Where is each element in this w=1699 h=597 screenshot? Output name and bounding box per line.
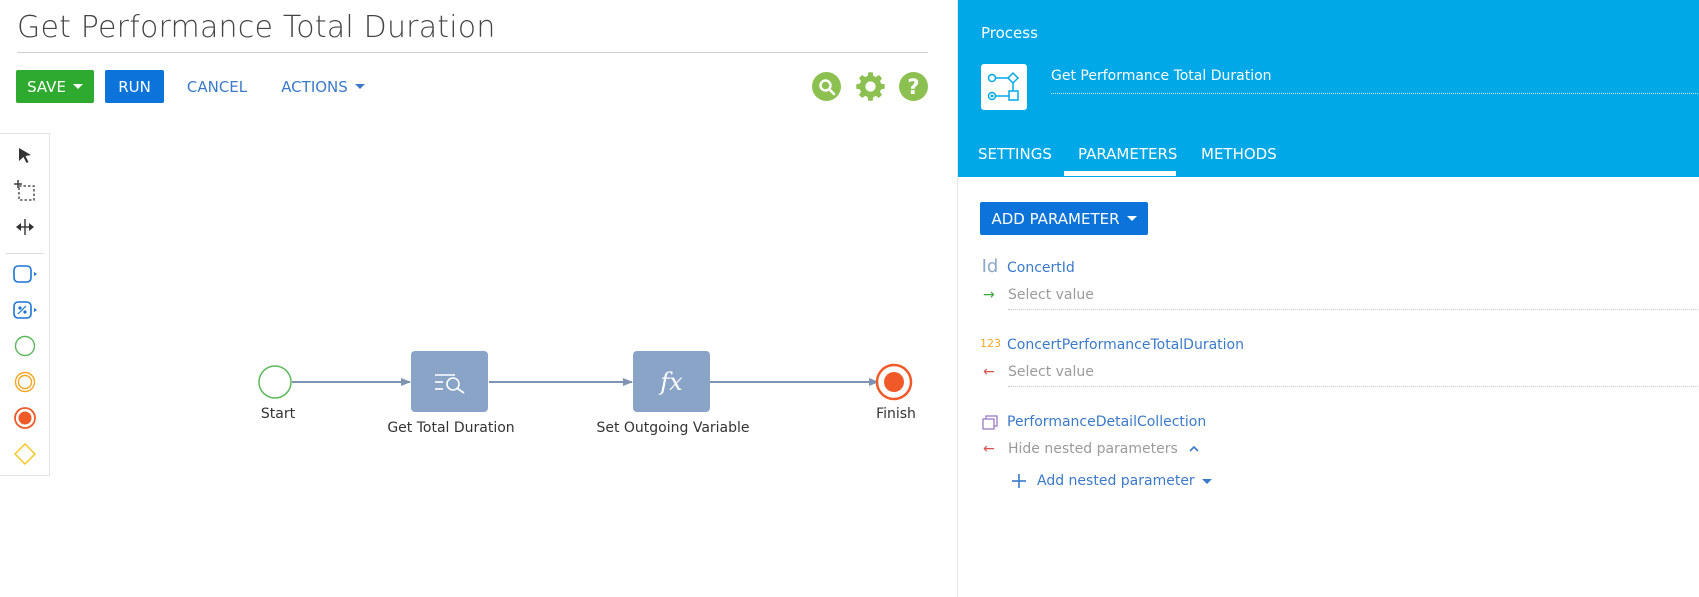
cursor-arrow-icon <box>19 148 31 163</box>
process-flow-icon <box>987 71 1020 101</box>
chevron-down-icon <box>354 84 365 89</box>
start-event-label: Start <box>260 406 296 422</box>
cancel-button[interactable]: CANCEL <box>182 70 252 103</box>
save-button[interactable]: SAVE <box>16 70 94 103</box>
formula-fx-icon: fx <box>660 367 683 396</box>
pointer-tool[interactable] <box>12 142 38 168</box>
hide-nested-label: Hide nested parameters <box>1008 441 1178 457</box>
chevron-up-icon <box>1189 445 1199 452</box>
add-parameter-button[interactable]: ADD PARAMETER <box>980 202 1148 235</box>
start-event-node[interactable] <box>258 365 292 399</box>
toolbox-divider <box>6 253 44 254</box>
horizontal-resize-icon <box>16 219 34 235</box>
end-event-icon <box>14 407 36 429</box>
process-name-underline <box>1051 93 1699 94</box>
intermediate-event-tool[interactable] <box>12 369 38 395</box>
id-type-icon: Id <box>981 256 999 277</box>
user-actions-tool[interactable] <box>12 297 38 323</box>
plus-icon <box>1012 474 1026 488</box>
select-value-field[interactable]: Select value <box>1008 364 1094 380</box>
tab-parameters[interactable]: PARAMETERS <box>1078 145 1177 163</box>
page-title: Get Performance Total Duration <box>17 10 496 45</box>
add-parameter-label: ADD PARAMETER <box>991 209 1120 228</box>
title-divider <box>17 52 928 53</box>
get-total-duration-task[interactable] <box>411 351 488 412</box>
parameter-name-concert-id[interactable]: ConcertId <box>1007 260 1075 276</box>
space-tool[interactable] <box>12 214 38 240</box>
number-type-icon: 123 <box>980 337 1001 350</box>
select-value-field[interactable]: Select value <box>1008 287 1094 303</box>
parameter-name-performance-collection[interactable]: PerformanceDetailCollection <box>1007 414 1206 430</box>
process-icon <box>981 64 1027 110</box>
finish-event-node[interactable] <box>875 363 913 401</box>
parameter-name-total-duration[interactable]: ConcertPerformanceTotalDuration <box>1007 337 1244 353</box>
task-shape-icon <box>13 265 37 283</box>
value-field-underline <box>1008 386 1699 387</box>
lasso-selection-tool[interactable] <box>12 178 38 204</box>
task1-label: Get Total Duration <box>387 420 515 436</box>
selection-rectangle-icon <box>14 180 35 201</box>
task2-label: Set Outgoing Variable <box>596 420 750 436</box>
start-event-tool[interactable] <box>12 333 38 359</box>
search-button[interactable] <box>812 72 841 101</box>
set-outgoing-variable-task[interactable]: fx <box>633 351 710 412</box>
gateway-diamond-icon <box>14 443 36 465</box>
input-arrow-icon: → <box>983 287 995 303</box>
question-mark-icon: ? <box>907 74 920 99</box>
finish-event-inner <box>884 372 904 392</box>
hide-nested-parameters-toggle[interactable]: Hide nested parameters <box>1008 441 1200 457</box>
value-field-underline <box>1008 309 1699 310</box>
end-event-tool[interactable] <box>12 405 38 431</box>
output-arrow-icon: ← <box>983 364 995 380</box>
output-arrow-icon: ← <box>983 441 995 457</box>
element-toolbox <box>0 133 50 476</box>
add-nested-parameter-button[interactable]: Add nested parameter <box>1011 473 1212 489</box>
tab-settings[interactable]: SETTINGS <box>978 145 1052 163</box>
run-button[interactable]: RUN <box>105 70 164 103</box>
user-task-icon <box>13 301 37 319</box>
process-designer: Get Performance Total Duration SAVE RUN … <box>0 0 956 597</box>
activities-tool[interactable] <box>12 261 38 287</box>
save-button-label: SAVE <box>27 77 66 96</box>
actions-button-label: ACTIONS <box>281 77 348 96</box>
search-icon <box>818 78 835 95</box>
panel-header: Process Get Performance Total Duration S… <box>958 0 1699 177</box>
finish-event-label: Finish <box>876 406 916 422</box>
settings-button[interactable] <box>855 71 886 102</box>
read-data-icon <box>434 373 465 394</box>
chevron-down-icon <box>1126 216 1137 221</box>
start-event-icon <box>14 335 36 357</box>
properties-panel: Process Get Performance Total Duration S… <box>957 0 1699 597</box>
add-nested-label: Add nested parameter <box>1037 473 1195 489</box>
collection-icon <box>980 414 1000 436</box>
gateway-tool[interactable] <box>12 441 38 467</box>
actions-menu-button[interactable]: ACTIONS <box>278 70 368 103</box>
chevron-down-icon <box>1201 478 1212 484</box>
active-tab-indicator <box>1064 171 1176 176</box>
chevron-down-icon <box>72 84 83 89</box>
panel-section-label: Process <box>981 24 1038 42</box>
process-name-field[interactable]: Get Performance Total Duration <box>1051 68 1272 84</box>
gear-icon <box>856 72 885 101</box>
intermediate-event-icon <box>14 371 36 393</box>
tab-methods[interactable]: METHODS <box>1201 145 1277 163</box>
help-button[interactable]: ? <box>899 72 928 101</box>
